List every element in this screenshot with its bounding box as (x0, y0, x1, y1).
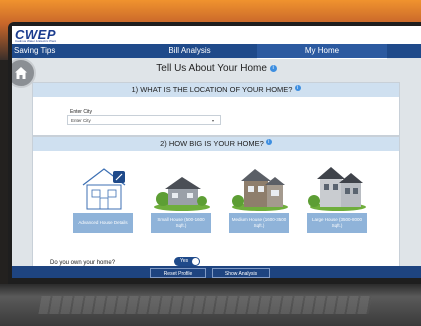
action-bar: Reset Profile Show Analysis (12, 266, 421, 278)
own-home-toggle[interactable]: Yes (174, 257, 200, 266)
large-house-icon (308, 167, 366, 211)
main-nav: Saving Tips Bill Analysis My Home (12, 44, 421, 59)
location-heading: 1) WHAT IS THE LOCATION OF YOUR HOME? i (33, 83, 399, 97)
keyboard-keys (38, 296, 372, 314)
location-heading-text: 1) WHAT IS THE LOCATION OF YOUR HOME? (131, 85, 293, 94)
tab-bill-analysis[interactable]: Bill Analysis (122, 44, 257, 58)
info-icon[interactable]: i (265, 138, 272, 145)
city-select-value: Enter City (71, 118, 91, 123)
house-label: Medium House (1600-3500 Sqft.) (229, 213, 289, 233)
medium-house-icon (232, 169, 288, 211)
house-option-large[interactable]: Large House (3500-8000 Sqft.) (307, 161, 369, 233)
size-card: 2) HOW BIG IS YOUR HOME? i Advanced Hous… (32, 136, 400, 270)
house-sketch-icon (82, 168, 126, 210)
info-icon[interactable]: i (294, 84, 301, 91)
tab-my-home[interactable]: My Home (257, 44, 387, 59)
house-label: Advanced House Details (73, 213, 133, 233)
city-select[interactable]: Enter City ▾ (67, 115, 221, 125)
brand-bar: CWEP Cadmus Water & Electric Plant (12, 26, 421, 44)
house-option-medium[interactable]: Medium House (1600-3500 Sqft.) (229, 161, 291, 233)
location-card: 1) WHAT IS THE LOCATION OF YOUR HOME? i … (32, 82, 400, 136)
small-house-icon (154, 177, 210, 211)
page-title-text: Tell Us About Your Home (156, 63, 267, 74)
size-heading: 2) HOW BIG IS YOUR HOME? i (33, 137, 399, 151)
brand-subtitle: Cadmus Water & Electric Plant (15, 39, 57, 43)
house-options: Advanced House Details Small House (500-… (33, 161, 399, 251)
house-option-small[interactable]: Small House (500-1600 Sqft.) (151, 161, 213, 233)
page-title: Tell Us About Your Home i (12, 63, 421, 74)
chevron-down-icon: ▾ (211, 118, 214, 123)
app-screen: CWEP Cadmus Water & Electric Plant Savin… (12, 26, 421, 278)
reset-profile-button[interactable]: Reset Profile (150, 268, 206, 278)
house-option-advanced[interactable]: Advanced House Details (73, 161, 135, 233)
house-label: Small House (500-1600 Sqft.) (151, 213, 211, 233)
show-analysis-button[interactable]: Show Analysis (212, 268, 270, 278)
house-label: Large House (3500-8000 Sqft.) (307, 213, 367, 233)
size-heading-text: 2) HOW BIG IS YOUR HOME? (160, 139, 264, 148)
tab-saving-tips[interactable]: Saving Tips (12, 44, 124, 58)
info-icon[interactable]: i (269, 64, 277, 72)
